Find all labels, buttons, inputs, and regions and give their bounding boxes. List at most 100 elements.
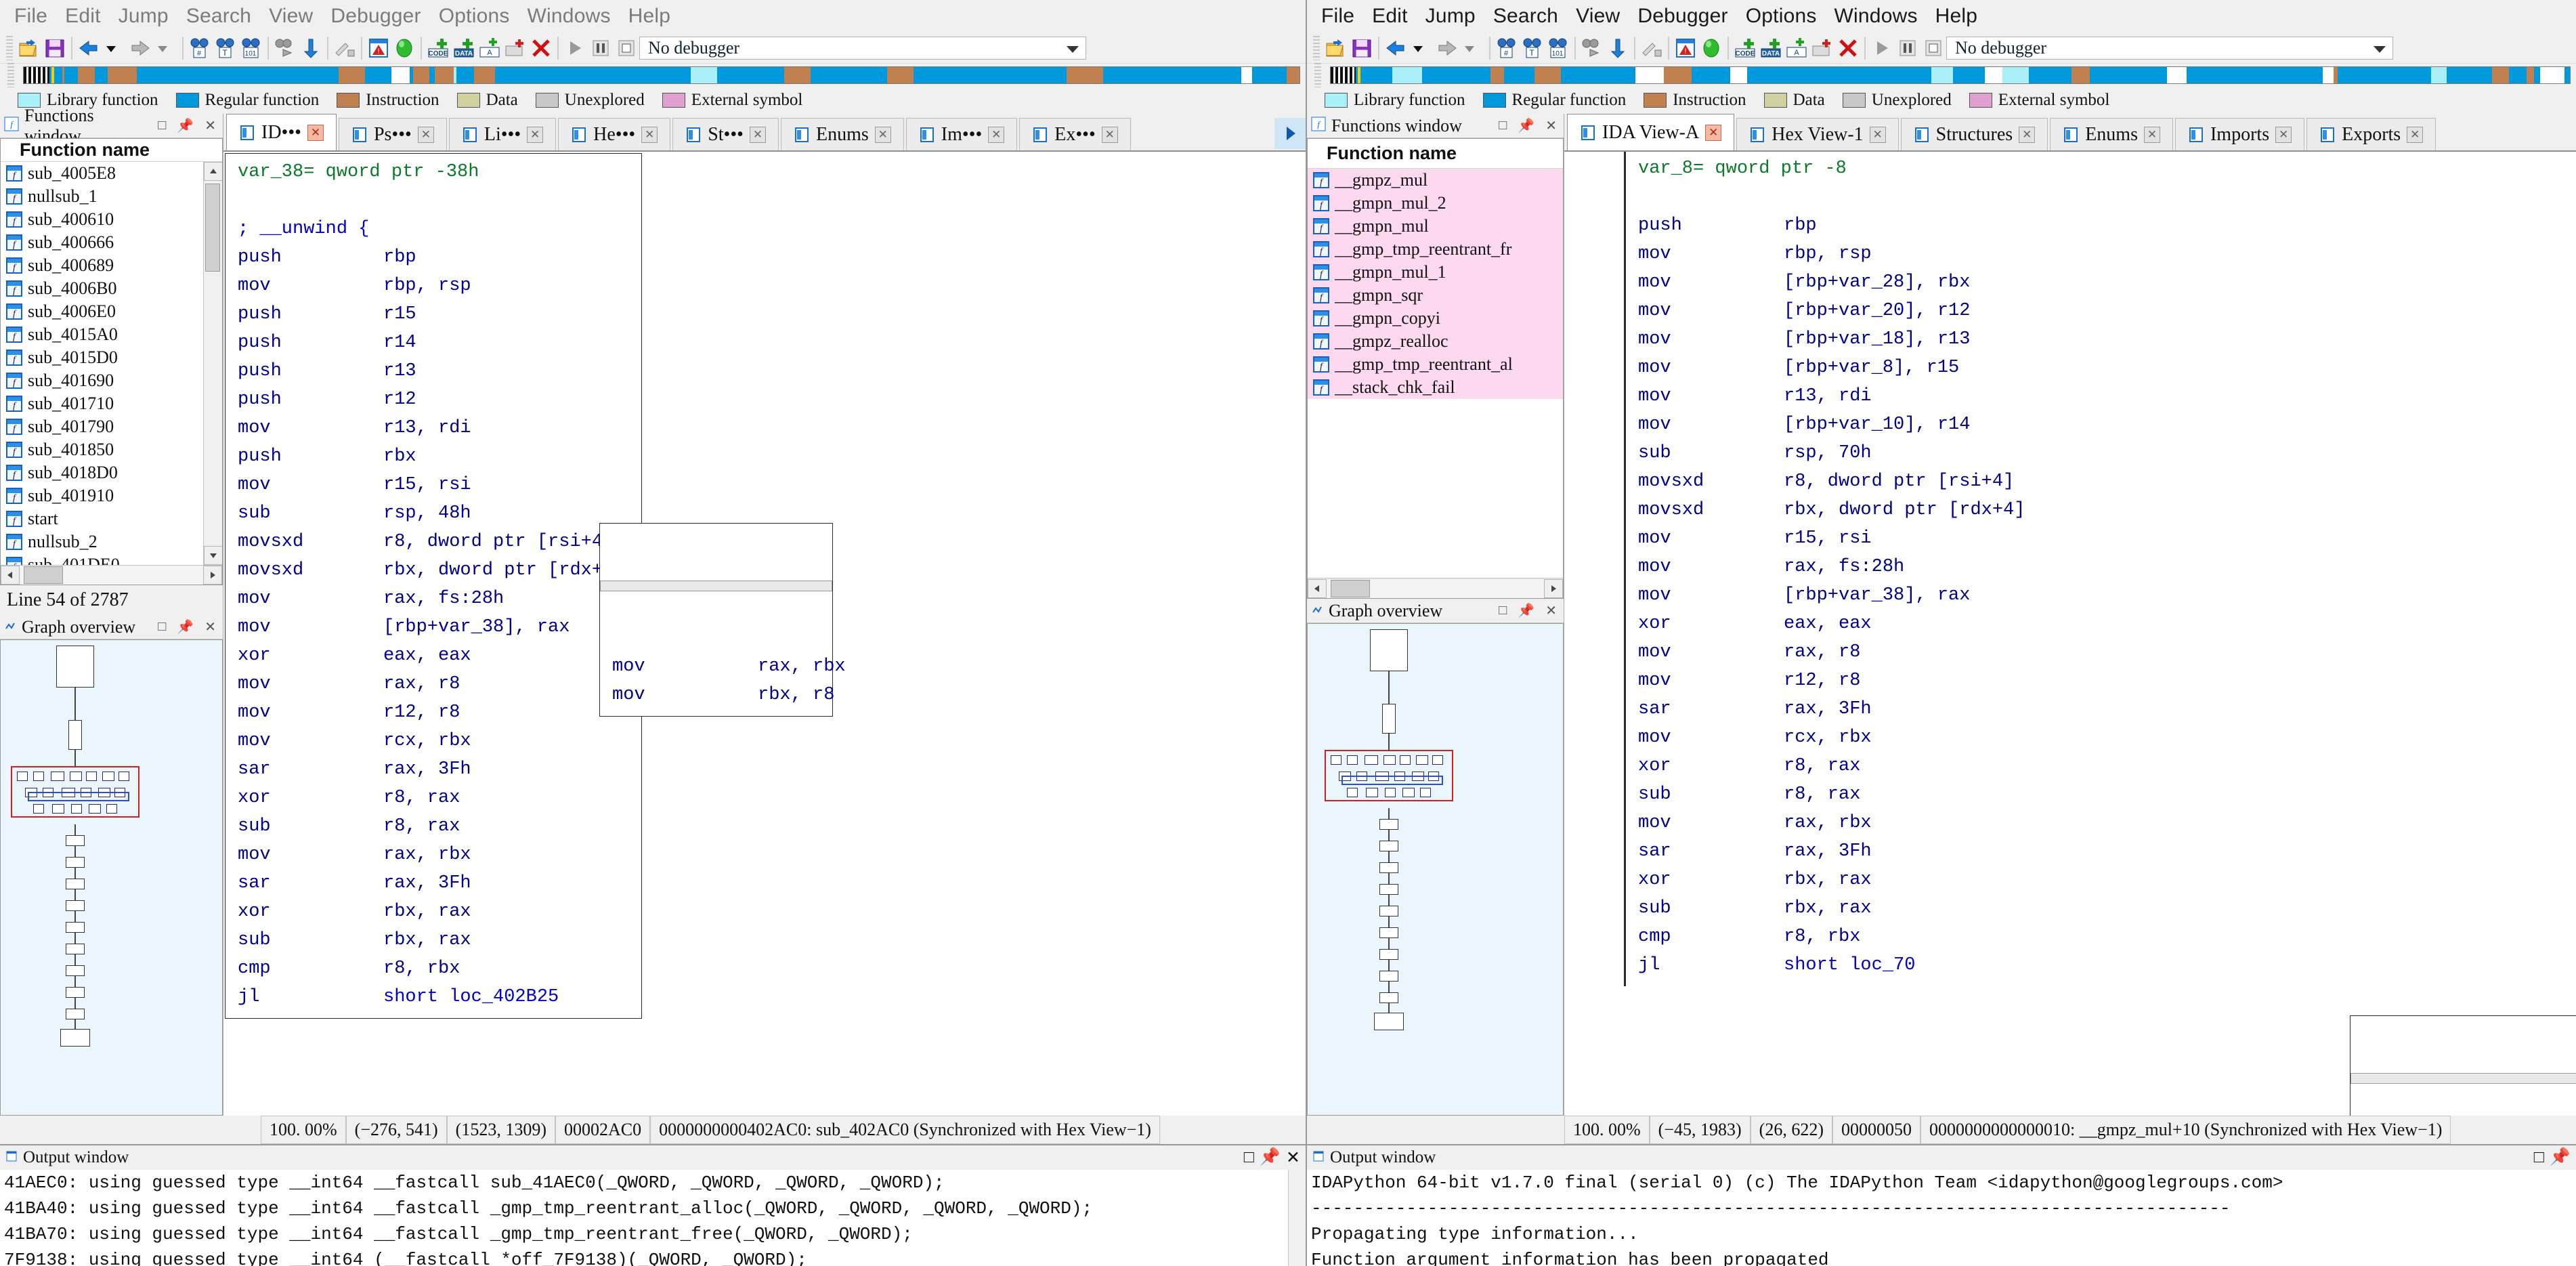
jump-to-problem-icon[interactable] — [1640, 37, 1663, 60]
function-list-item[interactable]: f __gmpn_sqr — [1308, 284, 1563, 307]
menu-options[interactable]: Options — [430, 5, 519, 28]
search-binary-icon[interactable]: # — [188, 37, 211, 60]
disassembly-graph-view-left[interactable]: var_38= qword ptr -38h ; __unwind {push r… — [223, 152, 1306, 1116]
disassembly-line[interactable]: mov r15, rsi — [238, 471, 635, 499]
disassembly-line[interactable]: mov r13, rdi — [1638, 382, 2518, 410]
menu-options[interactable]: Options — [1737, 5, 1826, 28]
disassembly-line[interactable]: mov [rbp+var_20], r12 — [1638, 297, 2518, 325]
search-next-icon[interactable] — [1581, 37, 1604, 60]
tab-close-icon[interactable]: ✕ — [1869, 126, 1886, 143]
disassembly-text-line[interactable] — [1638, 183, 2518, 211]
jump-to-problem-icon[interactable] — [333, 37, 356, 60]
tab-scroll-right-icon[interactable] — [1274, 118, 1306, 149]
menubar-left[interactable]: File Edit Jump Search View Debugger Opti… — [0, 0, 1306, 33]
toolbar-right[interactable]: # T 101 ! CODE DATA A No debugger — [1307, 33, 2576, 64]
dock-pin-icon[interactable]: 📌 — [174, 117, 196, 134]
disassembly-line[interactable]: cmp r8, rbx — [1638, 923, 2518, 951]
disassembly-text-line[interactable]: ; __unwind { — [238, 215, 635, 243]
save-icon[interactable] — [43, 37, 66, 60]
warning-icon[interactable]: ! — [367, 37, 390, 60]
menu-jump[interactable]: Jump — [1417, 5, 1484, 28]
output-window-titlebar[interactable]: Output window □ 📌 — [1307, 1145, 2576, 1170]
view-tab[interactable]: Ps••• ✕ — [338, 118, 447, 150]
nav-back-dropdown-icon[interactable] — [103, 37, 126, 60]
disassembly-block[interactable]: var_10= qword ptr -10hvar_8= qword ptr -… — [1624, 152, 2525, 986]
function-list-item[interactable]: f sub_400610 — [1, 208, 222, 231]
navigator-band-right[interactable] — [1307, 63, 2576, 87]
functions-column-header[interactable]: Function name — [1, 139, 222, 162]
undefine-icon[interactable] — [504, 37, 527, 60]
dock-pin-icon[interactable]: 📌 — [174, 618, 196, 635]
make-array-icon[interactable]: A — [478, 37, 501, 60]
disassembly-line[interactable]: xor eax, eax — [238, 641, 635, 670]
function-list-item[interactable]: f sub_4015D0 — [1, 346, 222, 369]
chevron-down-icon[interactable] — [1067, 45, 1079, 53]
navband-grip[interactable] — [7, 63, 14, 87]
scroll-down-arrow-icon[interactable] — [204, 546, 222, 565]
make-code-icon[interactable]: CODE — [427, 37, 450, 60]
scroll-left-arrow-icon[interactable] — [1, 566, 20, 585]
dock-pin-icon[interactable]: 📌 — [1260, 1147, 1281, 1167]
tab-close-icon[interactable]: ✕ — [2407, 126, 2424, 143]
view-tab[interactable]: IDA View-A ✕ — [1567, 114, 1735, 150]
open-file-icon[interactable] — [1325, 37, 1348, 60]
disassembly-line[interactable]: push rbp — [1638, 211, 2518, 240]
function-list-item[interactable]: f __gmpz_realloc — [1308, 330, 1563, 353]
disassembly-line[interactable]: sub r8, rax — [1638, 780, 2518, 809]
disassembly-line[interactable]: xor eax, eax — [1638, 610, 2518, 638]
dock-close-icon[interactable]: ✕ — [202, 117, 219, 134]
dock-pin-icon[interactable]: 📌 — [1515, 117, 1537, 134]
disassembly-line[interactable]: xor rbx, rax — [238, 898, 635, 926]
function-list-item[interactable]: f sub_401790 — [1, 415, 222, 438]
hscroll-thumb[interactable] — [24, 566, 63, 584]
disassembly-line[interactable]: mov rax, rbx — [612, 652, 846, 681]
view-tab[interactable]: He••• ✕ — [558, 118, 671, 150]
functions-list-hscrollbar[interactable] — [1308, 578, 1563, 598]
navigator-band-left[interactable] — [0, 63, 1306, 87]
function-list-item[interactable]: f __gmp_tmp_reentrant_fr — [1308, 238, 1563, 261]
menu-view[interactable]: View — [260, 5, 322, 28]
hscroll-track[interactable] — [1327, 579, 1544, 597]
run-icon[interactable] — [563, 37, 586, 60]
disassembly-line[interactable]: mov r12, r8 — [238, 698, 635, 727]
nav-back-icon[interactable] — [77, 37, 100, 60]
disassembly-line[interactable]: jl short loc_402B25 — [238, 983, 635, 1011]
disassembly-line[interactable]: mov rcx, rbx — [238, 727, 635, 755]
scroll-left-arrow-icon[interactable] — [1308, 578, 1327, 598]
functions-window-titlebar[interactable]: f Functions window □ 📌 ✕ — [0, 106, 223, 146]
disassembly-line[interactable]: sar rax, 3Fh — [238, 869, 635, 898]
function-list-item[interactable]: f __gmpn_mul_2 — [1308, 192, 1563, 215]
view-tab[interactable]: Im••• ✕ — [905, 118, 1018, 150]
view-tabs-left[interactable]: ID••• ✕ Ps••• ✕ Li••• ✕ He••• ✕ St••• ✕ Enums ✕ Im••… — [223, 114, 1306, 152]
dock-close-icon[interactable]: ✕ — [1543, 602, 1560, 619]
tab-close-icon[interactable]: ✕ — [874, 126, 891, 143]
menu-file[interactable]: File — [5, 5, 56, 28]
disassembly-line[interactable]: push rbx — [238, 442, 635, 471]
make-code-icon[interactable]: CODE — [1734, 37, 1757, 60]
menu-edit[interactable]: Edit — [1363, 5, 1417, 28]
function-list-item[interactable]: f __gmpz_mul — [1308, 169, 1563, 192]
tab-close-icon[interactable]: ✕ — [641, 126, 658, 143]
functions-window-titlebar[interactable]: f Functions window □ 📌 ✕ — [1307, 114, 1564, 138]
navigator-strip[interactable] — [23, 66, 1300, 84]
menu-windows[interactable]: Windows — [1826, 5, 1927, 28]
tab-close-icon[interactable]: ✕ — [2275, 126, 2292, 143]
function-list-item[interactable]: f sub_400689 — [1, 254, 222, 277]
stop-icon[interactable] — [1922, 37, 1945, 60]
disassembly-line[interactable]: mov [rbp+var_38], rax — [238, 613, 635, 641]
tab-close-icon[interactable]: ✕ — [1101, 126, 1118, 143]
disassembly-line[interactable]: movsxd r8, dword ptr [rsi+4] — [1638, 467, 2518, 496]
function-list-item[interactable]: f start — [1, 507, 222, 530]
disassembly-line[interactable]: mov [rbp+var_10], r14 — [1638, 410, 2518, 439]
menu-file[interactable]: File — [1312, 5, 1363, 28]
delete-icon[interactable] — [1837, 37, 1860, 60]
disassembly-block-child[interactable]: mov rax, rbx mov rbx, r8 — [599, 523, 846, 717]
pause-icon[interactable] — [1896, 37, 1919, 60]
toolbar-left[interactable]: # T 101 ! CODE DATA A No debugger — [0, 33, 1306, 64]
jump-down-icon[interactable] — [1606, 37, 1629, 60]
navband-grip[interactable] — [1314, 63, 1321, 87]
function-list-item[interactable]: f sub_4006B0 — [1, 277, 222, 300]
nav-back-icon[interactable] — [1384, 37, 1407, 60]
disassembly-line[interactable]: xor r8, rax — [238, 784, 635, 812]
function-list-item[interactable]: f sub_401850 — [1, 438, 222, 461]
